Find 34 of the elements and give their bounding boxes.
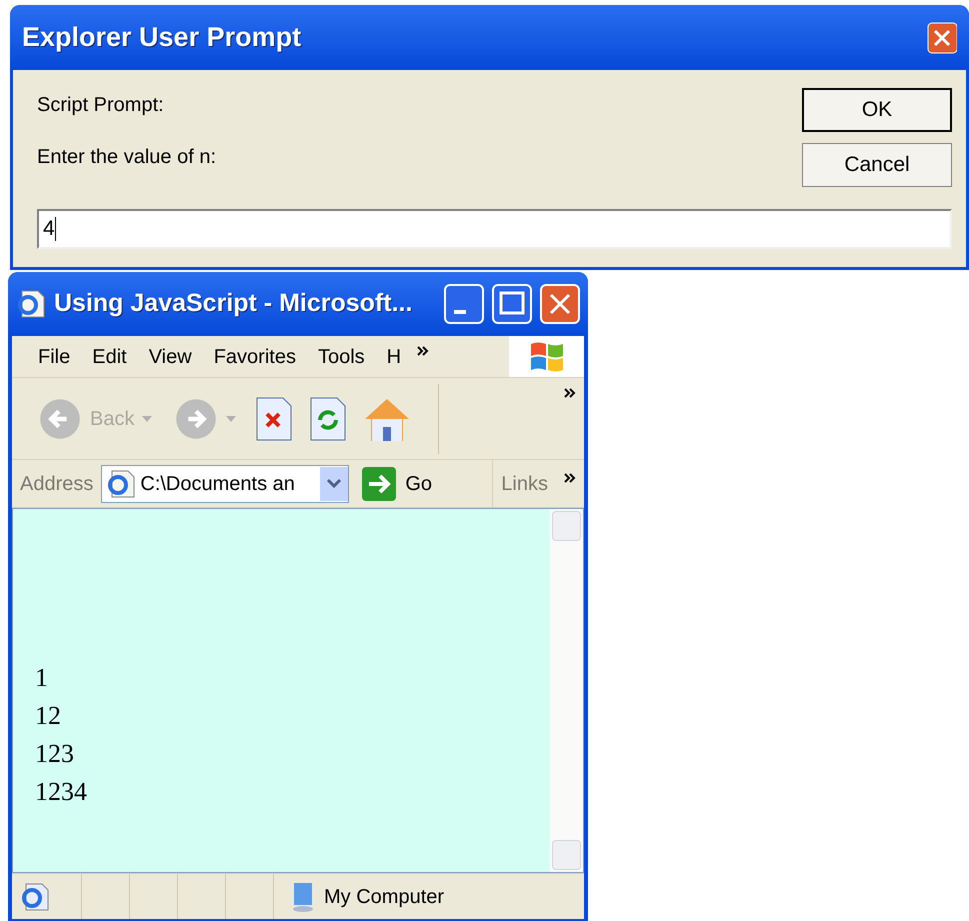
chevron-icon[interactable] (564, 472, 576, 482)
prompt-input-field[interactable]: 4 (37, 209, 952, 249)
dialog-button[interactable]: Cancel (802, 143, 952, 187)
dropdown-icon[interactable] (320, 466, 348, 500)
menu-item[interactable]: Tools (318, 342, 365, 372)
output-line: 1 (35, 662, 49, 694)
close-icon[interactable] (927, 22, 957, 54)
prompt-message: Enter the value of n: (37, 145, 216, 170)
stop-icon[interactable] (254, 396, 294, 442)
chevron-icon[interactable] (564, 388, 576, 398)
refresh-icon[interactable] (308, 396, 348, 442)
output-line: 1234 (35, 776, 88, 808)
address-field[interactable]: C:\Documents an (101, 464, 350, 502)
go-button[interactable]: Go (361, 466, 432, 502)
output-line: 12 (35, 700, 62, 732)
window-title: Using JavaScript - Microsoft... (54, 288, 414, 320)
scrollbar[interactable] (550, 509, 583, 872)
prompt-label: Script Prompt: (37, 93, 165, 118)
menu-item[interactable]: File (38, 342, 70, 372)
chevron-icon[interactable] (417, 346, 430, 356)
links-label[interactable]: Links (501, 468, 548, 498)
address-label: Address (20, 472, 94, 496)
menu-item[interactable]: View (148, 342, 192, 372)
status-text: My Computer (324, 884, 444, 910)
output-line: 123 (35, 738, 75, 770)
close-icon[interactable] (540, 284, 580, 324)
dialog-title: Explorer User Prompt (22, 21, 302, 54)
menu-item[interactable]: Edit (92, 342, 127, 372)
computer-icon (290, 880, 316, 912)
menu-item[interactable]: H (386, 342, 402, 372)
menu-item[interactable]: Favorites (214, 342, 296, 372)
dialog-button[interactable]: OK (802, 88, 952, 132)
minimize-icon[interactable] (444, 284, 484, 324)
maximize-icon[interactable] (492, 284, 532, 324)
